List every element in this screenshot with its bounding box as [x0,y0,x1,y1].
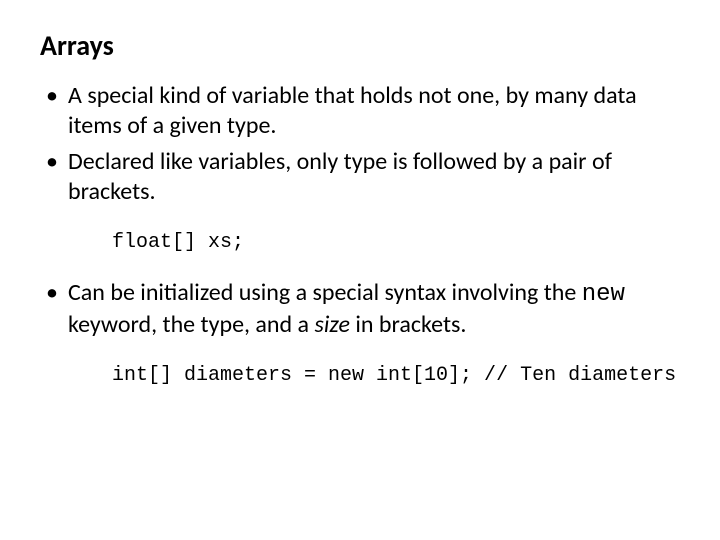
bullet-text: Declared like variables, only type is fo… [68,147,612,206]
keyword-new: new [582,281,625,308]
bullet-text-pre: Can be initialized using a special synta… [68,278,582,307]
bullet-item: Declared like variables, only type is fo… [40,147,680,207]
bullet-text-post: in brackets. [350,310,467,339]
bullet-text-mid: keyword, the type, and a [68,310,314,339]
slide-title: Arrays [40,28,680,63]
bullet-item: A special kind of variable that holds no… [40,81,680,141]
bullet-text: A special kind of variable that holds no… [68,81,637,140]
slide: Arrays A special kind of variable that h… [0,0,720,540]
italic-size: size [314,310,349,339]
bullet-list-2: Can be initialized using a special synta… [40,278,680,340]
code-block-1: float[] xs; [112,231,680,254]
bullet-list-1: A special kind of variable that holds no… [40,81,680,207]
code-block-2: int[] diameters = new int[10]; // Ten di… [112,364,680,387]
bullet-item: Can be initialized using a special synta… [40,278,680,340]
